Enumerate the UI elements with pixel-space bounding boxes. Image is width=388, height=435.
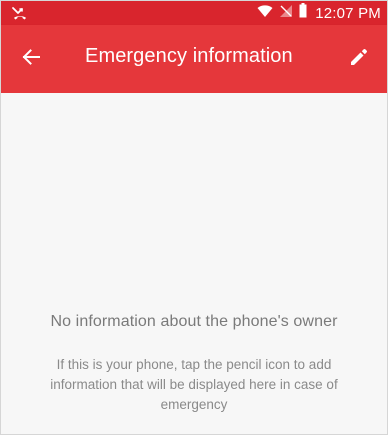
app-bar: Emergency information (1, 25, 387, 93)
back-button[interactable] (19, 47, 43, 71)
arrow-back-icon (22, 48, 40, 71)
empty-state-title: No information about the phone's owner (50, 313, 338, 330)
wifi-icon (257, 4, 273, 23)
page-title: Emergency information (85, 45, 293, 67)
content-area: No information about the phone's owner I… (1, 93, 387, 434)
missed-call-icon (11, 5, 29, 21)
no-sim-icon (279, 4, 293, 23)
phone-screen: 12:07 PM Emergency information No inform… (0, 0, 388, 435)
battery-icon (299, 3, 307, 23)
pencil-icon (349, 47, 369, 72)
empty-state-description: If this is your phone, tap the pencil ic… (50, 357, 338, 412)
status-time: 12:07 PM (315, 4, 381, 22)
status-bar: 12:07 PM (1, 1, 387, 25)
edit-button[interactable] (345, 45, 373, 73)
